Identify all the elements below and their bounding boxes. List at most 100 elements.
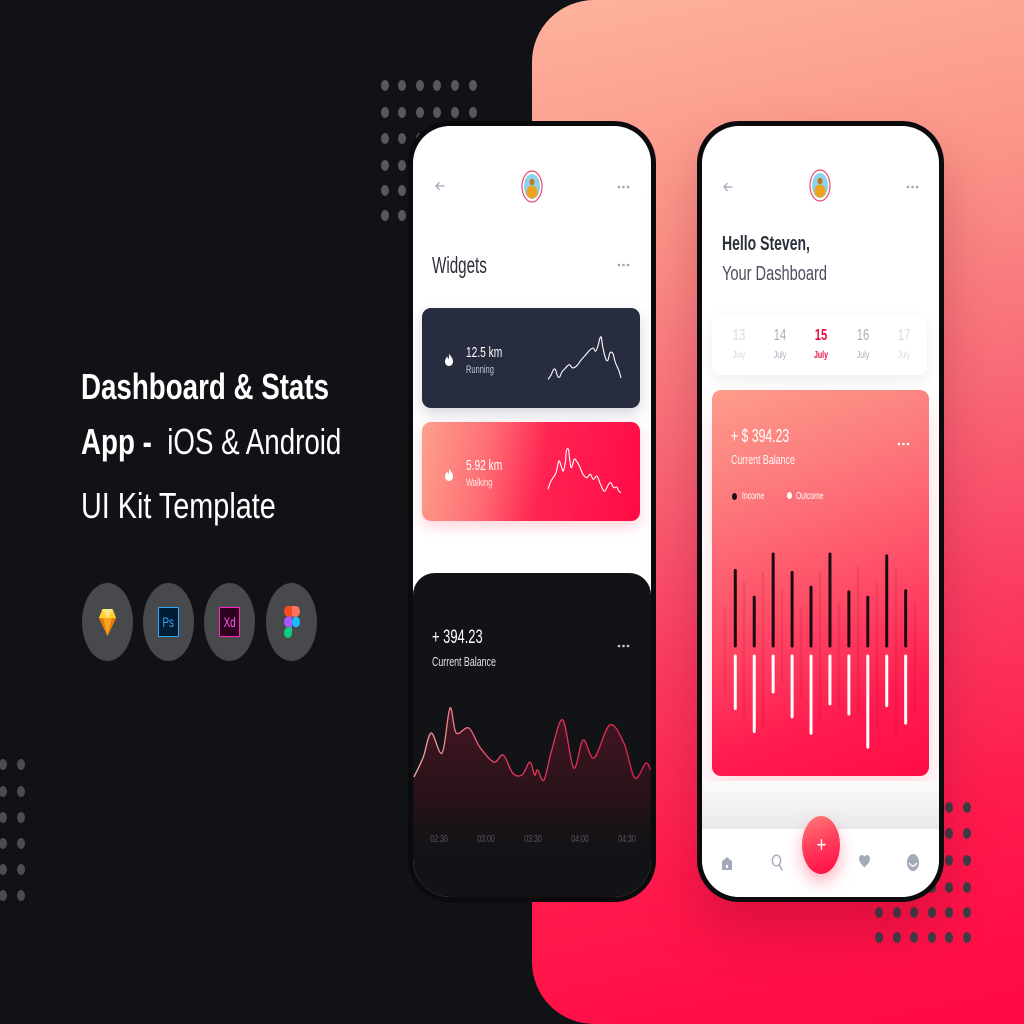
legend-income-label: Income	[741, 490, 764, 502]
x-tick-label: 02:30	[430, 834, 448, 845]
decorative-dot	[945, 801, 953, 813]
avatar[interactable]	[809, 169, 831, 202]
x-tick-label: 03:00	[477, 834, 495, 845]
sparkline-walking-line	[547, 448, 622, 494]
date-day: 16	[856, 327, 869, 344]
decorative-dot	[963, 906, 971, 918]
promo-title-line-2: App - iOS & Android	[81, 424, 341, 460]
date-day: 14	[774, 327, 787, 344]
arrow-left-icon[interactable]	[435, 180, 445, 192]
date-day: 17	[897, 327, 910, 344]
date-month: July	[897, 349, 910, 361]
balance-amount: + 394.23	[432, 627, 483, 648]
avatar[interactable]	[521, 170, 543, 203]
sketch-icon	[99, 608, 116, 636]
decorative-dot	[433, 79, 441, 91]
decorative-dot	[875, 931, 883, 943]
balance-label: Current Balance	[731, 452, 795, 467]
date-day: 15	[814, 327, 828, 344]
decorative-dot	[381, 159, 389, 171]
decorative-dot	[893, 906, 901, 918]
balance-amount: + $ 394.23	[731, 426, 790, 446]
date-month: July	[856, 349, 869, 361]
photoshop-label: Ps	[162, 614, 175, 630]
x-tick-label: 03:30	[524, 834, 542, 845]
decorative-dot	[398, 159, 406, 171]
decorative-dot	[398, 184, 406, 196]
decorative-dot	[398, 209, 406, 221]
photoshop-icon: Ps	[158, 607, 179, 637]
decorative-dot	[963, 827, 971, 839]
add-button[interactable]: +	[802, 816, 840, 874]
heart-icon[interactable]	[858, 855, 870, 868]
widgets-phone: Widgets 12.5 km Running 5.92 km Walking	[408, 121, 656, 902]
decorative-dot	[17, 785, 25, 797]
search-icon[interactable]	[771, 854, 784, 871]
decorative-dot	[945, 854, 953, 866]
dashboard-subtitle: Your Dashboard	[722, 263, 827, 285]
decorative-dot	[17, 837, 25, 849]
adobe-xd-label: Xd	[223, 614, 236, 630]
decorative-dot	[381, 184, 389, 196]
x-tick-label: 04:00	[571, 834, 589, 845]
decorative-dot	[381, 132, 389, 144]
date-month: July	[732, 349, 745, 361]
decorative-dot	[451, 79, 459, 91]
sparkline-walking	[547, 448, 622, 494]
date-day: 13	[732, 327, 745, 344]
x-tick-label: 04:30	[618, 834, 636, 845]
sparkline-running	[547, 336, 622, 380]
widgets-screen: Widgets 12.5 km Running 5.92 km Walking	[413, 126, 651, 897]
decorative-dot	[0, 889, 7, 901]
area-fill	[413, 707, 651, 873]
home-icon[interactable]	[721, 856, 732, 870]
decorative-dot	[469, 106, 477, 118]
date-picker: 13 July 14 July 15 July 16 July 17 July	[712, 315, 927, 375]
more-horizontal-icon[interactable]	[617, 644, 630, 648]
more-horizontal-icon[interactable]	[897, 442, 910, 446]
adobe-xd-icon: Xd	[219, 607, 240, 637]
balance-area-chart	[413, 707, 651, 873]
decorative-dot	[893, 931, 901, 943]
more-horizontal-icon[interactable]	[617, 263, 630, 267]
balance-label: Current Balance	[432, 654, 496, 669]
balance-card-dark: + 394.23 Current Balance 02:30 03:00 03:…	[413, 573, 651, 897]
decorative-dot	[451, 106, 459, 118]
legend-outcome-label: Outcome	[796, 490, 824, 502]
arrow-left-icon[interactable]	[723, 181, 733, 193]
decorative-dot	[398, 132, 406, 144]
promo-title-app: App -	[81, 421, 160, 462]
decorative-dot	[928, 931, 936, 943]
decorative-dot	[416, 79, 424, 91]
decorative-dot	[945, 906, 953, 918]
decorative-dot	[469, 79, 477, 91]
promo-title-line-1: Dashboard & Stats	[81, 366, 330, 407]
decorative-dot	[17, 889, 25, 901]
decorative-dot	[945, 827, 953, 839]
date-month: July	[774, 349, 787, 361]
decorative-dot	[963, 881, 971, 893]
sketch-badge	[82, 583, 133, 661]
decorative-dot	[910, 931, 918, 943]
decorative-dot	[433, 106, 441, 118]
widget-card-running[interactable]: 12.5 km Running	[422, 308, 640, 408]
decorative-dot	[910, 906, 918, 918]
widget-card-walking[interactable]: 5.92 km Walking	[422, 422, 640, 521]
promo-title-line-3: UI Kit Template	[81, 485, 276, 526]
decorative-dot	[945, 931, 953, 943]
decorative-dot	[0, 811, 7, 823]
decorative-dot	[875, 906, 883, 918]
decorative-dot	[0, 785, 7, 797]
decorative-dot	[381, 79, 389, 91]
figma-badge	[266, 583, 317, 661]
dashboard-screen: Hello Steven, Your Dashboard 13 July 14 …	[702, 126, 939, 897]
legend-income-swatch	[731, 492, 737, 500]
add-icon: +	[816, 832, 826, 857]
greeting: Hello Steven,	[722, 233, 810, 255]
profile-icon[interactable]	[907, 854, 920, 872]
decorative-dot	[416, 106, 424, 118]
more-horizontal-icon[interactable]	[617, 185, 630, 189]
bottom-nav: +	[702, 816, 939, 897]
more-horizontal-icon[interactable]	[906, 185, 919, 189]
decorative-dot	[0, 837, 7, 849]
